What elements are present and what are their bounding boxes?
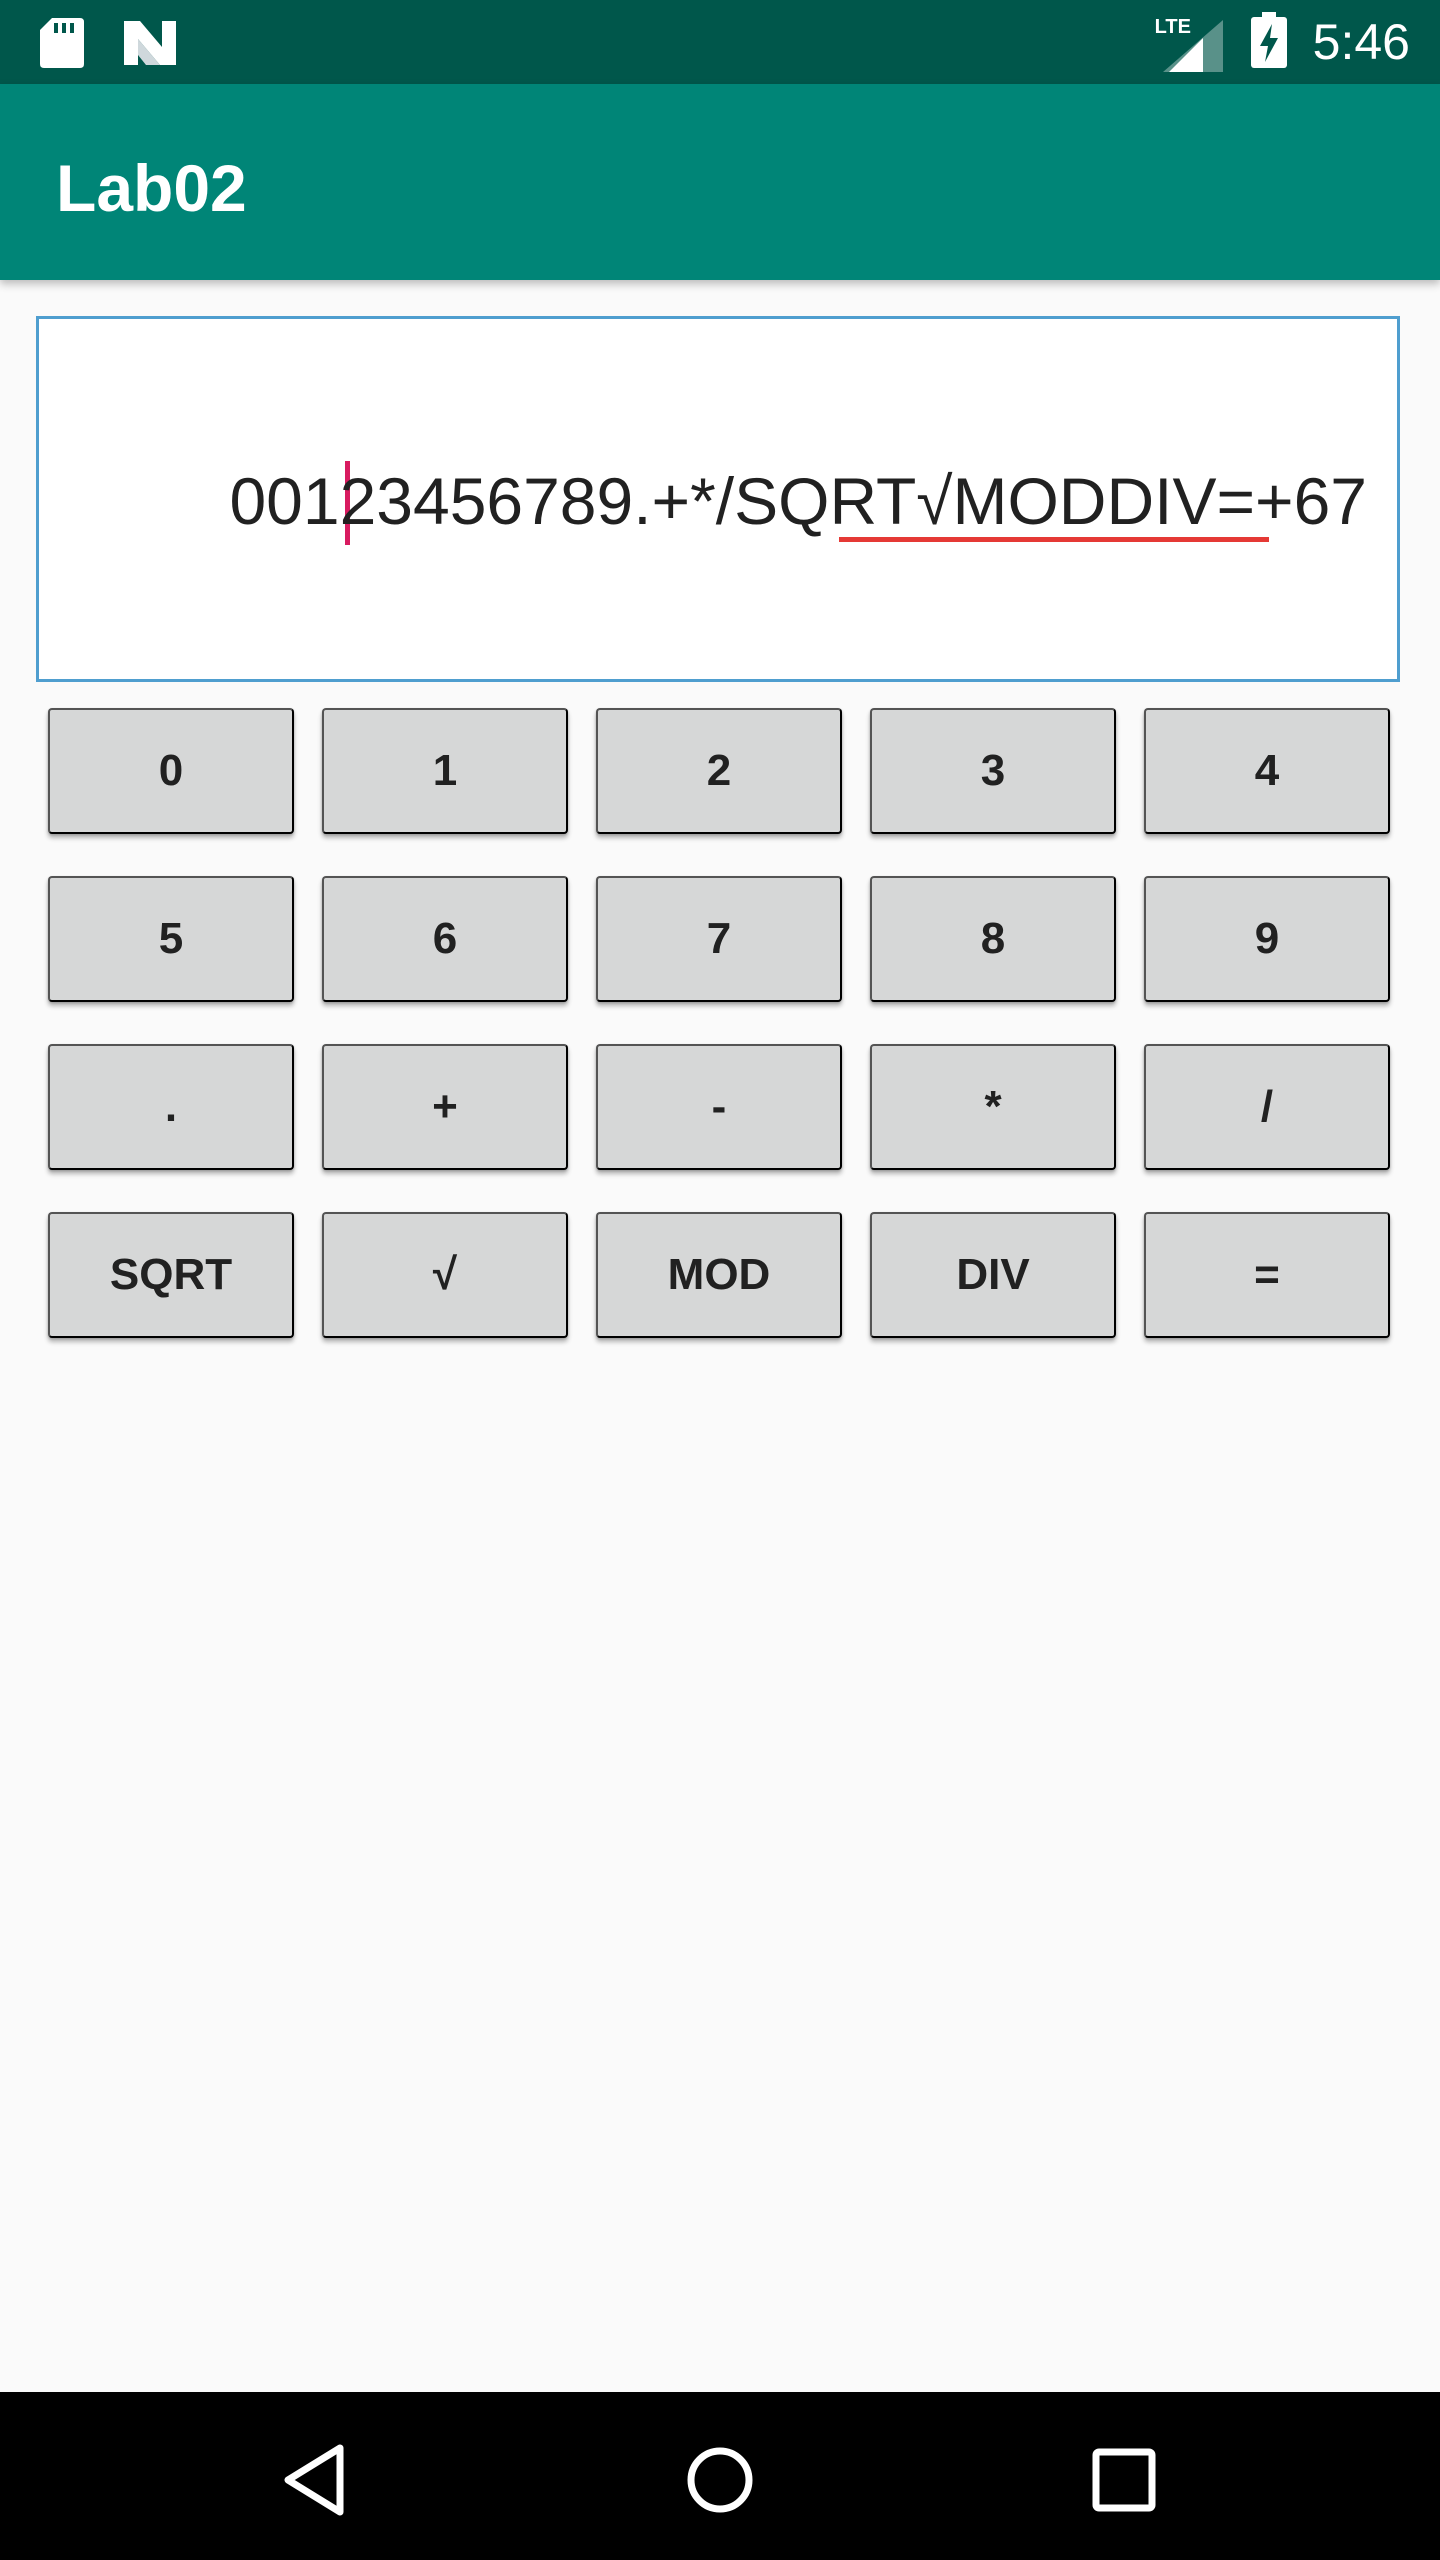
app-bar: Lab02 [0,84,1440,280]
battery-charging-icon [1250,11,1287,73]
calculator-display-input[interactable]: 00123456789.+*/SQRT√MODDIV=+67 [36,316,1400,682]
key-multiply[interactable]: * [870,1044,1116,1170]
key-sqrt-text[interactable]: SQRT [48,1212,294,1338]
key-8[interactable]: 8 [870,876,1116,1002]
app-title: Lab02 [56,151,247,225]
key-decimal[interactable]: . [48,1044,294,1170]
key-equals[interactable]: = [1144,1212,1390,1338]
key-3[interactable]: 3 [870,708,1116,834]
sd-card-icon [40,18,84,73]
status-bar: LTE 5:46 [0,0,1440,84]
key-6[interactable]: 6 [322,876,568,1002]
key-4[interactable]: 4 [1144,708,1390,834]
key-2[interactable]: 2 [596,708,842,834]
lte-signal-icon: LTE [1155,12,1225,72]
key-7[interactable]: 7 [596,876,842,1002]
key-divide[interactable]: / [1144,1044,1390,1170]
key-minus[interactable]: - [596,1044,842,1170]
back-icon[interactable] [276,2440,356,2520]
clock: 5:46 [1312,14,1410,70]
key-1[interactable]: 1 [322,708,568,834]
navigation-bar [0,2392,1440,2560]
n-logo-icon [122,21,178,70]
status-right-icons: LTE 5:46 [1155,10,1410,74]
key-5[interactable]: 5 [48,876,294,1002]
keypad: 0 1 2 3 4 5 6 7 8 9 . + - * / SQRT √ MOD… [48,708,1392,1338]
key-mod[interactable]: MOD [596,1212,842,1338]
key-0[interactable]: 0 [48,708,294,834]
key-plus[interactable]: + [322,1044,568,1170]
key-div[interactable]: DIV [870,1212,1116,1338]
recents-icon[interactable] [1084,2440,1164,2520]
key-sqrt-symbol[interactable]: √ [322,1212,568,1338]
home-icon[interactable] [680,2440,760,2520]
spellcheck-underline [839,537,1269,542]
display-value: 00123456789.+*/SQRT√MODDIV=+67 [229,464,1367,538]
key-9[interactable]: 9 [1144,876,1390,1002]
status-left-icons [40,18,178,73]
